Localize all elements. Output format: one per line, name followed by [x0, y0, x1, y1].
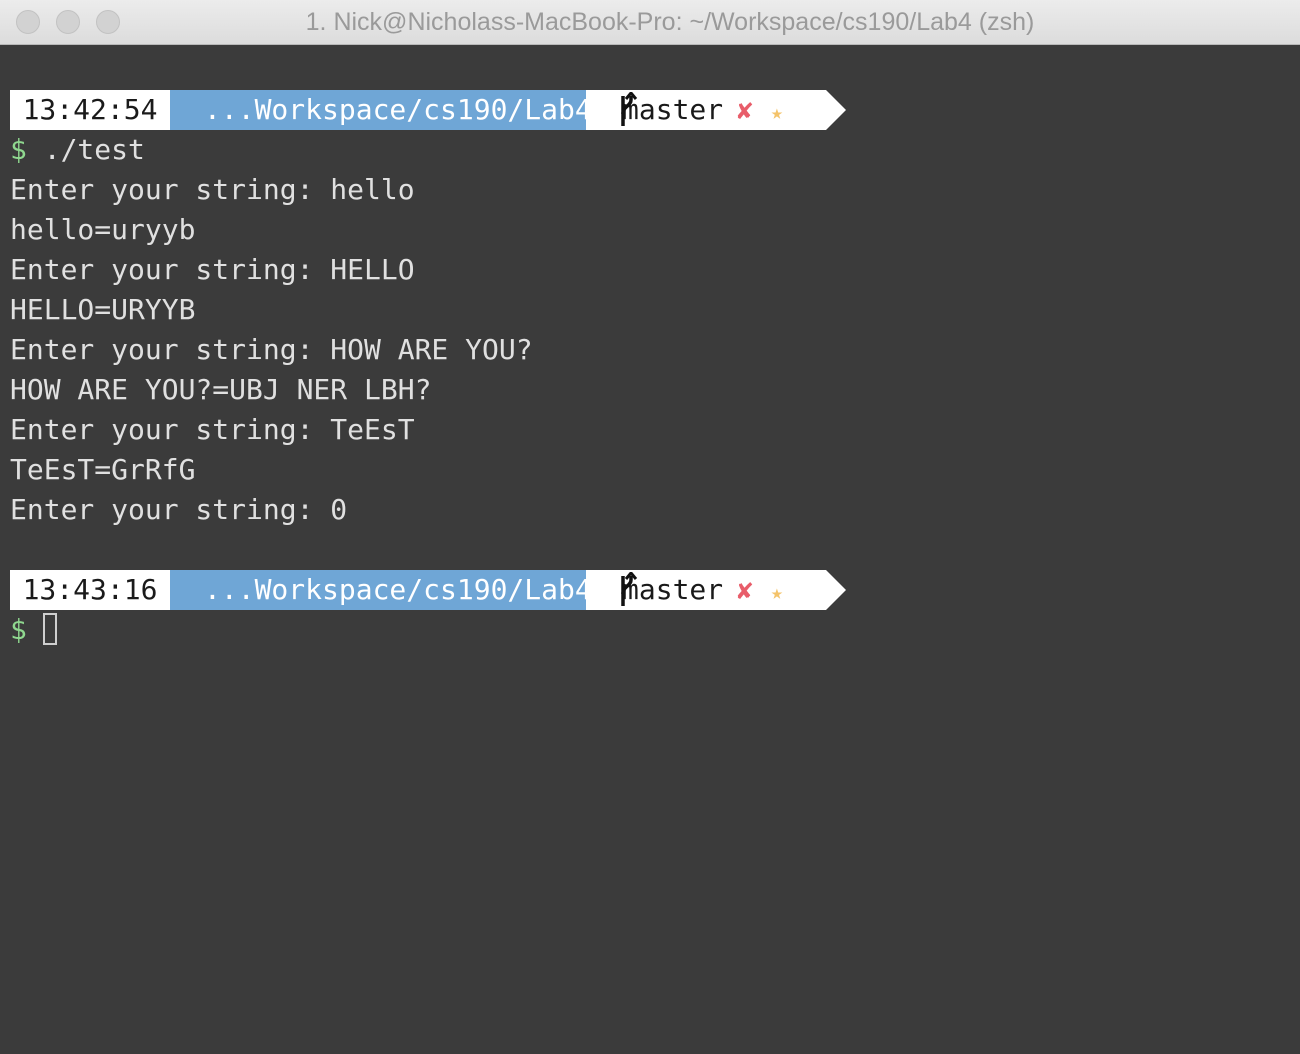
- git-star-icon: ★: [770, 580, 783, 604]
- output-line: HELLO=URYYB: [10, 293, 196, 326]
- git-branch-icon: [621, 92, 638, 126]
- git-star-icon: ★: [770, 100, 783, 124]
- prompt-line-2: 13:43:16 ...Workspace/cs190/Lab4 master ✘…: [10, 570, 1300, 610]
- prompt-time: 13:43:16: [10, 570, 170, 610]
- prompt-time: 13:42:54: [10, 90, 170, 130]
- prompt-symbol: $: [10, 613, 27, 646]
- output-line: HOW ARE YOU?=UBJ NER LBH?: [10, 373, 432, 406]
- output-line: Enter your string: HELLO: [10, 253, 415, 286]
- segment-separator: [826, 90, 846, 130]
- command-text: ./test: [26, 133, 145, 166]
- terminal-window: 1. Nick@Nicholass-MacBook-Pro: ~/Workspa…: [0, 0, 1300, 1054]
- window-title: 1. Nick@Nicholass-MacBook-Pro: ~/Workspa…: [305, 8, 1035, 36]
- git-dirty-icon: ✘: [737, 96, 753, 126]
- command-line: $ ./test: [10, 130, 1300, 170]
- title-bar[interactable]: 1. Nick@Nicholass-MacBook-Pro: ~/Workspa…: [0, 0, 1300, 45]
- output-line: TeEsT=GrRfG: [10, 453, 196, 486]
- segment-separator: [826, 570, 846, 610]
- output-line: Enter your string: HOW ARE YOU?: [10, 333, 533, 366]
- prompt-symbol: $: [10, 133, 27, 166]
- output-line: Enter your string: 0: [10, 493, 348, 526]
- prompt-line-1: 13:42:54 ...Workspace/cs190/Lab4 master ✘…: [10, 90, 1300, 130]
- output-line: hello=uryyb: [10, 213, 196, 246]
- terminal-content[interactable]: 13:42:54 ...Workspace/cs190/Lab4 master ✘…: [10, 90, 1300, 650]
- git-branch-icon: [621, 572, 638, 606]
- text-cursor: [42, 613, 57, 645]
- prompt-path: ...Workspace/cs190/Lab4: [170, 570, 592, 610]
- output-line: Enter your string: TeEsT: [10, 413, 415, 446]
- prompt-path: ...Workspace/cs190/Lab4: [170, 90, 592, 130]
- git-dirty-icon: ✘: [737, 576, 753, 606]
- input-line[interactable]: $: [10, 610, 1300, 650]
- output-line: Enter your string: hello: [10, 173, 415, 206]
